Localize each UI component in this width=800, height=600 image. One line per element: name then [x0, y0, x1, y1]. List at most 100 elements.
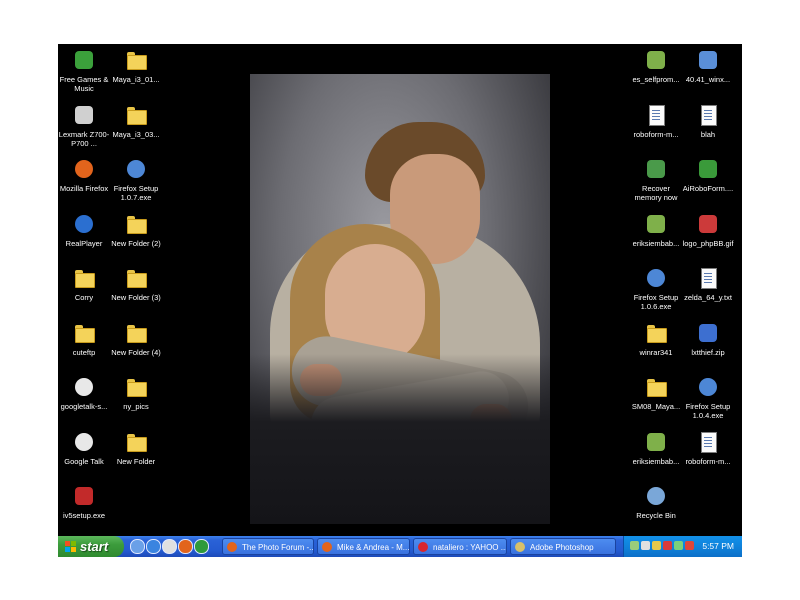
desktop-icon-label: cuteftp [72, 347, 96, 357]
desktop-icon[interactable]: eriksiembab... [628, 212, 684, 248]
desktop-icon[interactable]: Mozilla Firefox [58, 157, 112, 193]
wallpaper-photo [250, 74, 550, 524]
taskbar-button[interactable]: Mike & Andrea - M... [317, 538, 410, 555]
messenger-icon[interactable] [194, 539, 209, 554]
image-file-icon [644, 48, 668, 72]
desktop-icon[interactable]: roboform-m... [628, 103, 684, 139]
desktop-icon-label: eriksiembab... [632, 456, 680, 466]
gift-box-icon [72, 48, 96, 72]
desktop-icon[interactable]: New Folder [108, 430, 164, 466]
document-icon [696, 430, 720, 454]
desktop-icon[interactable]: Recover memory now [628, 157, 684, 202]
installer-icon [124, 157, 148, 181]
recycle-bin-icon [644, 484, 668, 508]
installer-icon [696, 48, 720, 72]
folder-icon [72, 321, 96, 345]
messenger-tray-icon[interactable] [685, 541, 694, 550]
windows-logo-icon [65, 541, 76, 552]
photoshop-icon [515, 542, 525, 552]
text-file-icon [696, 266, 720, 290]
desktop-icon-label: blah [700, 129, 716, 139]
gif-file-icon [696, 212, 720, 236]
desktop-icon-label: lxtthief.zip [691, 347, 725, 357]
folder-icon [644, 375, 668, 399]
desktop-icon[interactable]: Recycle Bin [628, 484, 684, 520]
taskbar-button-label: Adobe Photoshop [530, 543, 594, 552]
desktop-icon[interactable]: googletalk-s... [58, 375, 112, 411]
google-talk-icon [72, 430, 96, 454]
desktop-icon-label: Mozilla Firefox [59, 184, 109, 193]
desktop-icon-label: googletalk-s... [60, 402, 108, 411]
media-player-icon[interactable] [162, 539, 177, 554]
desktop-icon-label: Recover memory now [634, 184, 678, 202]
desktop-icon[interactable]: Corry [58, 266, 112, 302]
desktop-icon[interactable]: Google Talk [58, 430, 112, 466]
display-icon[interactable] [674, 541, 683, 550]
desktop-icon[interactable]: roboform-m... [680, 430, 736, 466]
desktop-icon-label: AiRoboForm.... [682, 184, 734, 193]
desktop-icon-label: Firefox Setup 1.0.7.exe [113, 184, 159, 202]
show-desktop-icon[interactable] [130, 539, 145, 554]
desktop-icon[interactable]: zelda_64_y.txt [680, 266, 736, 302]
desktop-icon-label: RealPlayer [65, 238, 103, 248]
desktop-icon-label: ny_pics [123, 402, 149, 411]
desktop-icon-label: New Folder (2) [111, 238, 161, 248]
desktop-icon[interactable]: cuteftp [58, 321, 112, 357]
firefox-icon [227, 542, 237, 552]
taskbar-button[interactable]: Adobe Photoshop [510, 538, 616, 555]
desktop-icon[interactable]: iv5setup.exe [58, 484, 112, 520]
desktop-icon-label: winrar341 [639, 347, 673, 357]
clock[interactable]: 5:57 PM [702, 536, 734, 557]
memory-tool-icon [644, 157, 668, 181]
folder-icon [124, 212, 148, 236]
system-tray: 5:57 PM [623, 536, 742, 557]
folder-icon [124, 266, 148, 290]
desktop-icon[interactable]: New Folder (3) [108, 266, 164, 302]
desktop-icon[interactable]: New Folder (2) [108, 212, 164, 248]
desktop-icon[interactable]: es_selfprom... [628, 48, 684, 84]
yahoo-messenger-icon [418, 542, 428, 552]
network-icon[interactable] [630, 541, 639, 550]
desktop-icon[interactable]: lxtthief.zip [680, 321, 736, 357]
alert-icon[interactable] [663, 541, 672, 550]
desktop-icon[interactable]: Free Games & Music [58, 48, 112, 93]
desktop-icon[interactable]: RealPlayer [58, 212, 112, 248]
desktop-icon[interactable]: Firefox Setup 1.0.7.exe [108, 157, 164, 202]
start-button[interactable]: start [58, 536, 124, 557]
image-file-icon [644, 212, 668, 236]
desktop-icon[interactable]: Lexmark Z700-P700 ... [58, 103, 112, 148]
desktop-icon[interactable]: blah [680, 103, 736, 139]
desktop-icon-label: Maya_i3_01... [112, 75, 160, 84]
desktop-icon-label: roboform-m... [685, 456, 731, 466]
folder-icon [124, 321, 148, 345]
firefox-icon[interactable] [178, 539, 193, 554]
taskbar-button-label: nataliero : YAHOO ... [433, 543, 507, 552]
desktop-icon-label: Google Talk [64, 456, 104, 466]
desktop-icon-label: logo_phpBB.gif [682, 238, 734, 248]
firefox-icon [322, 542, 332, 552]
desktop-icon[interactable]: logo_phpBB.gif [680, 212, 736, 248]
desktop-icon[interactable]: winrar341 [628, 321, 684, 357]
taskbar-button[interactable]: The Photo Forum -... [222, 538, 314, 555]
desktop-icon[interactable]: AiRoboForm.... [680, 157, 736, 193]
desktop-icon[interactable]: 40.41_winx... [680, 48, 736, 84]
antivirus-icon[interactable] [641, 541, 650, 550]
desktop-icon[interactable]: New Folder (4) [108, 321, 164, 357]
desktop-icon[interactable]: eriksiembab... [628, 430, 684, 466]
desktop-icon[interactable]: Maya_i3_01... [108, 48, 164, 84]
start-label: start [80, 539, 109, 554]
document-icon [644, 103, 668, 127]
desktop-icon[interactable]: Firefox Setup 1.0.6.exe [628, 266, 684, 311]
desktop-icon[interactable]: Firefox Setup 1.0.4.exe [680, 375, 736, 420]
image-file-icon [644, 430, 668, 454]
desktop-icon-label: Recycle Bin [636, 511, 676, 520]
desktop-icon[interactable]: SM08_Maya... [628, 375, 684, 411]
internet-explorer-icon[interactable] [146, 539, 161, 554]
audio-icon[interactable] [652, 541, 661, 550]
taskbar: start The Photo Forum -... Mike & Andrea … [58, 536, 742, 557]
taskbar-button[interactable]: nataliero : YAHOO ... [413, 538, 507, 555]
desktop-icon[interactable]: Maya_i3_03... [108, 103, 164, 139]
desktop-icon[interactable]: ny_pics [108, 375, 164, 411]
desktop-icon-label: eriksiembab... [632, 238, 680, 248]
desktop: Free Games & Music Maya_i3_01... Lexmark Z… [58, 44, 742, 536]
